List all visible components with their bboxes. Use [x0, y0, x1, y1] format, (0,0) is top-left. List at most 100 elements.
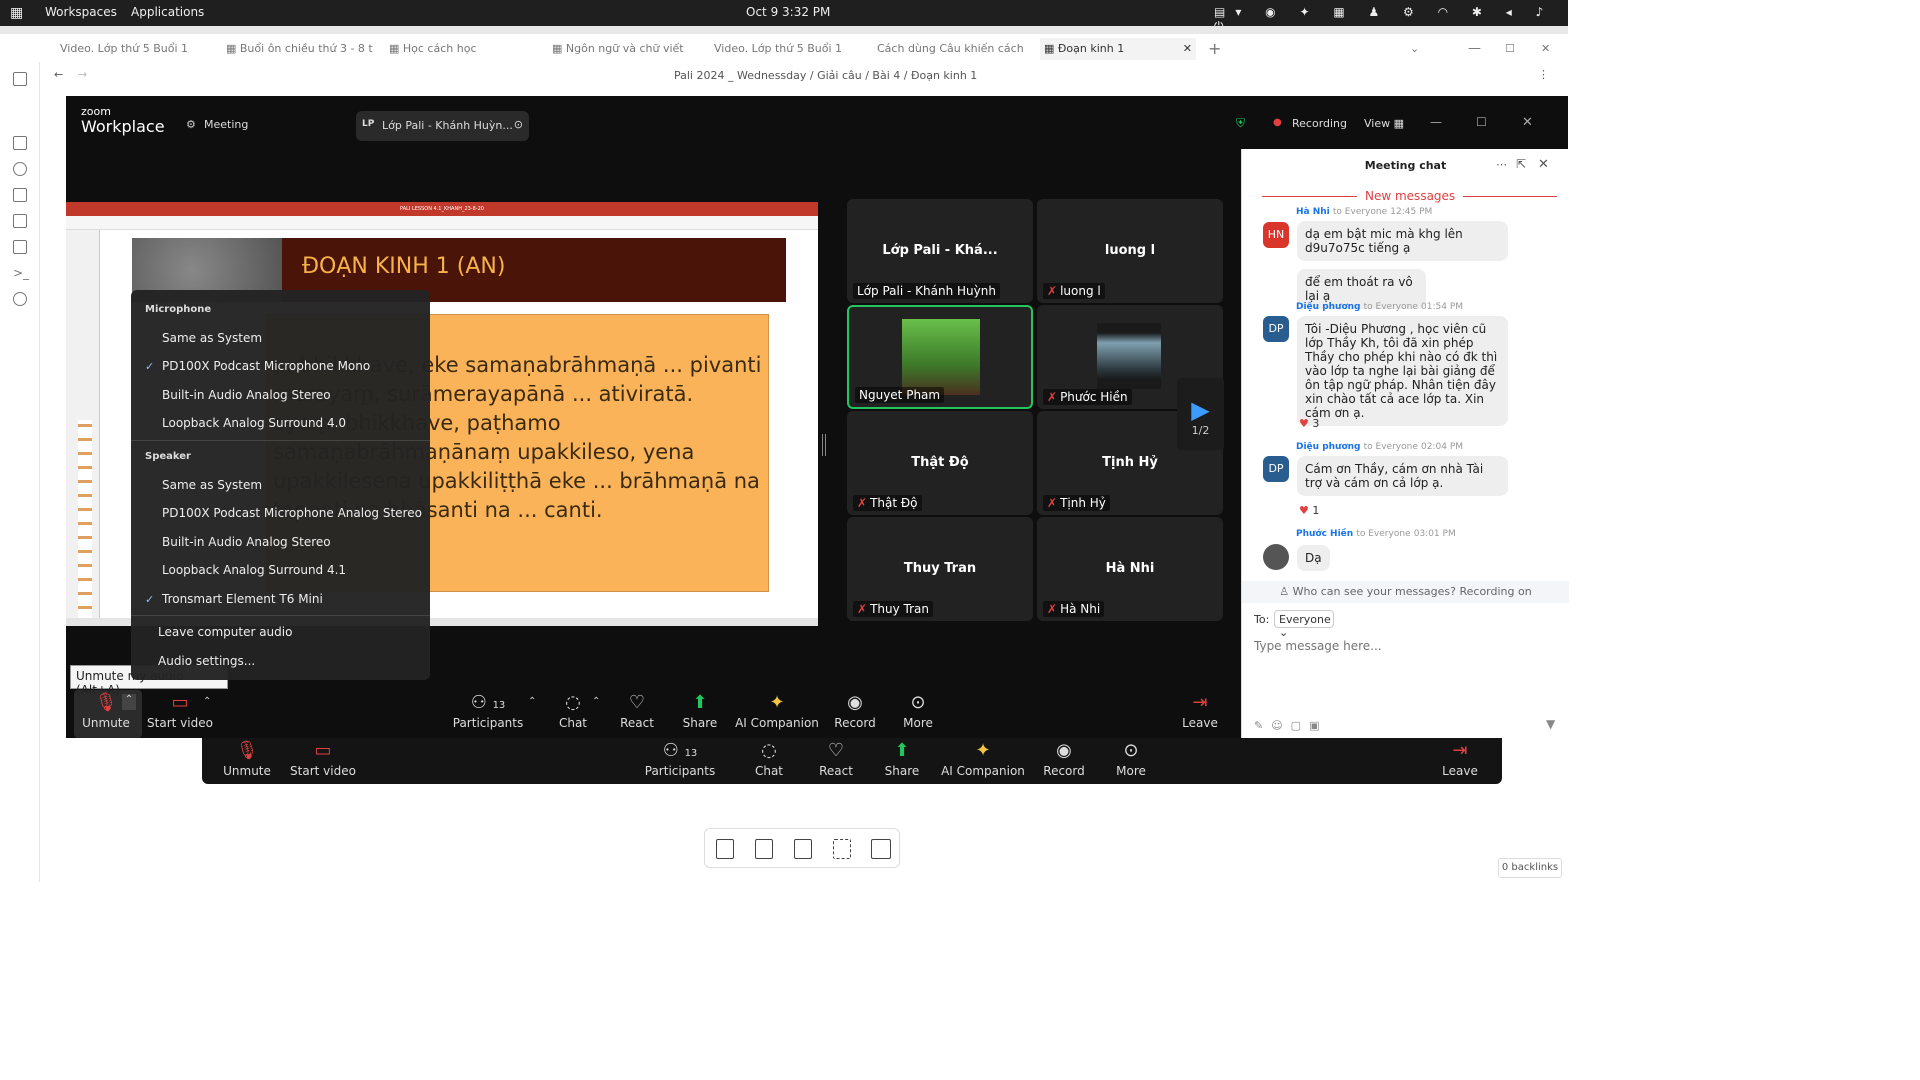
tab-2[interactable]: ▦ Buổi ôn chiều thứ 3 - 8 t...	[226, 38, 374, 60]
video-tile[interactable]: Hà Nhi ✗ Hà Nhi	[1037, 517, 1223, 621]
privacy-notice[interactable]: ♙ Who can see your messages? Recording o…	[1242, 581, 1569, 603]
reaction-badge[interactable]: ♥ 3	[1299, 417, 1319, 430]
new-tab-icon[interactable]: +	[1208, 38, 1221, 60]
mic-option[interactable]: Built-in Audio Analog Stereo	[162, 388, 331, 402]
backlinks-badge[interactable]: 0 backlinks	[1498, 858, 1562, 878]
popout-icon[interactable]: ⇱	[1516, 157, 1526, 171]
zoom-close-icon[interactable]: ✕	[1522, 115, 1533, 130]
chat-close-icon[interactable]: ✕	[1538, 157, 1549, 172]
speaker-option[interactable]: Built-in Audio Analog Stereo	[162, 535, 331, 549]
start-video-button-bg[interactable]: ▭ Start video	[278, 738, 368, 778]
ai-companion-button[interactable]: ✦ AI Companion	[732, 690, 822, 730]
meeting-name: Lớp Pali - Khánh Huỳn...	[382, 119, 513, 132]
tab-7-active[interactable]: ▦ Đoạn kinh 1 ✕	[1040, 38, 1196, 60]
tile-label-wrap: ✗ luong l	[1043, 283, 1105, 299]
speaker-option[interactable]: PD100X Podcast Microphone Analog Stereo	[162, 506, 422, 520]
sender-time: 03:01 PM	[1413, 529, 1456, 539]
sidebar-toggle-icon[interactable]	[13, 72, 27, 86]
send-icon[interactable]: ▼	[1546, 717, 1555, 731]
applications-menu[interactable]: Applications	[131, 5, 204, 19]
close-window-icon[interactable]: ✕	[1541, 38, 1550, 60]
minimize-icon[interactable]: —	[1468, 38, 1481, 60]
view-button[interactable]: View ▦	[1364, 117, 1404, 130]
new-page-icon[interactable]	[716, 839, 734, 859]
speaker-option[interactable]: Same as System	[162, 478, 262, 492]
chat-tool-icons[interactable]: ✎☺▢▣	[1254, 719, 1327, 732]
tab-2-label: Buổi ôn chiều thứ 3 - 8 t...	[239, 42, 374, 55]
ai-companion-button-bg[interactable]: ✦ AI Companion	[938, 738, 1028, 778]
next-page-button[interactable]: ▶ 1/2	[1177, 378, 1224, 450]
participants-label: Participants	[452, 716, 524, 730]
image-icon[interactable]	[794, 839, 812, 859]
more-button-bg[interactable]: ⊙ More	[1086, 738, 1176, 778]
shield-icon[interactable]: ⛨	[1236, 116, 1245, 131]
maximize-icon[interactable]: ☐	[1505, 38, 1515, 60]
participants-button[interactable]: ⚇ 13 Participants	[448, 690, 528, 730]
chat-message: Dạ	[1297, 545, 1330, 571]
share-button[interactable]: ⬆ Share	[660, 690, 740, 730]
edit-icon[interactable]	[13, 136, 27, 150]
split-handle[interactable]	[822, 434, 826, 456]
leave-button-bg[interactable]: ⇥ Leave	[1415, 738, 1505, 778]
more-options-icon[interactable]: ⋮	[1538, 68, 1549, 81]
meeting-info-pill[interactable]: LP Lớp Pali - Khánh Huỳn... ⊙	[356, 111, 529, 141]
video-tile[interactable]: luong l ✗ luong l	[1037, 199, 1223, 303]
audio-settings[interactable]: Audio settings...	[158, 654, 255, 668]
tab-bar: Video. Lớp thứ 5 Buổi 1 ▦ Buổi ôn chiều …	[0, 34, 1568, 62]
video-tile[interactable]: Thật Độ ✗ Thật Độ	[847, 411, 1033, 515]
video-tile[interactable]: Lớp Pali - Khá... Lớp Pali - Khánh Huỳnh	[847, 199, 1033, 303]
mic-option[interactable]: Loopback Analog Surround 4.0	[162, 416, 346, 430]
grid-icon[interactable]	[13, 188, 27, 202]
graph-icon[interactable]	[13, 162, 27, 176]
copy-icon[interactable]	[13, 240, 27, 254]
tab-6[interactable]: Cách dùng Câu khiến cách	[877, 38, 1027, 60]
clock[interactable]: Oct 9 3:32 PM	[746, 5, 830, 19]
terminal-icon[interactable]: >_	[13, 266, 29, 280]
video-tile[interactable]: Thuy Tran ✗ Thuy Tran	[847, 517, 1033, 621]
meeting-icon[interactable]: ⚙	[186, 118, 196, 131]
tab-4[interactable]: ▦ Ngôn ngữ và chữ viết	[552, 38, 697, 60]
chat-input[interactable]	[1254, 637, 1554, 655]
panel-icon[interactable]	[871, 839, 891, 859]
zoom-maximize-icon[interactable]: ☐	[1476, 115, 1487, 129]
video-tile-active[interactable]: Nguyet Pham	[847, 305, 1033, 409]
capture-icon[interactable]	[833, 839, 851, 859]
recipient-select[interactable]: Everyone ⌄	[1274, 610, 1334, 639]
tab-3[interactable]: ▦ Học cách học	[389, 38, 529, 60]
help-icon[interactable]	[13, 292, 27, 306]
leave-button[interactable]: ⇥ Leave	[1160, 690, 1240, 730]
slide-title: ĐOẠN KINH 1 (AN)	[302, 254, 506, 279]
close-tab-icon[interactable]: ✕	[1183, 38, 1192, 60]
video-options-caret[interactable]: ⌃	[203, 696, 211, 707]
avatar-photo	[1263, 544, 1289, 570]
more-button[interactable]: ⊙ More	[878, 690, 958, 730]
participants-button-bg[interactable]: ⚇ 13 Participants	[635, 738, 725, 778]
audio-options-caret[interactable]: ⌃	[122, 694, 136, 710]
back-icon[interactable]: ←	[54, 68, 63, 81]
participants-label: Participants	[644, 764, 716, 778]
zoom-minimize-icon[interactable]: —	[1430, 115, 1442, 129]
document-icon[interactable]	[755, 839, 773, 859]
leave-computer-audio[interactable]: Leave computer audio	[158, 625, 292, 639]
tab-list-icon[interactable]: ⌄	[1410, 38, 1419, 60]
reaction-badge[interactable]: ♥ 1	[1299, 504, 1319, 517]
breadcrumb[interactable]: Pali 2024 _ Wednessday / Giải câu / Bài …	[674, 69, 977, 82]
speaker-option-selected[interactable]: Tronsmart Element T6 Mini	[162, 592, 323, 606]
tab-5[interactable]: Video. Lớp thứ 5 Buổi 1	[714, 38, 864, 60]
audio-options-menu: Microphone Same as System ✓ PD100X Podca…	[131, 290, 430, 680]
more-circle-icon[interactable]: ⊙	[514, 118, 523, 131]
calendar-icon[interactable]	[13, 214, 27, 228]
speaker-option[interactable]: Loopback Analog Surround 4.1	[162, 563, 346, 577]
mic-option-selected[interactable]: PD100X Podcast Microphone Mono	[162, 359, 370, 373]
workspaces-menu[interactable]: Workspaces	[45, 5, 117, 19]
mic-option[interactable]: Same as System	[162, 331, 262, 345]
share-button-bg[interactable]: ⬆ Share	[857, 738, 947, 778]
meeting-label[interactable]: Meeting	[204, 118, 248, 131]
recording-label[interactable]: Recording	[1292, 117, 1347, 130]
tile-label-wrap: ✗ Phước Hiền	[1043, 389, 1132, 405]
activities-icon[interactable]: ▦	[10, 5, 23, 21]
forward-icon[interactable]: →	[78, 68, 87, 81]
tab-1[interactable]: Video. Lớp thứ 5 Buổi 1	[60, 38, 210, 60]
chat-more-icon[interactable]: ⋯	[1496, 158, 1507, 171]
tile-label: Nguyet Pham	[855, 387, 945, 403]
